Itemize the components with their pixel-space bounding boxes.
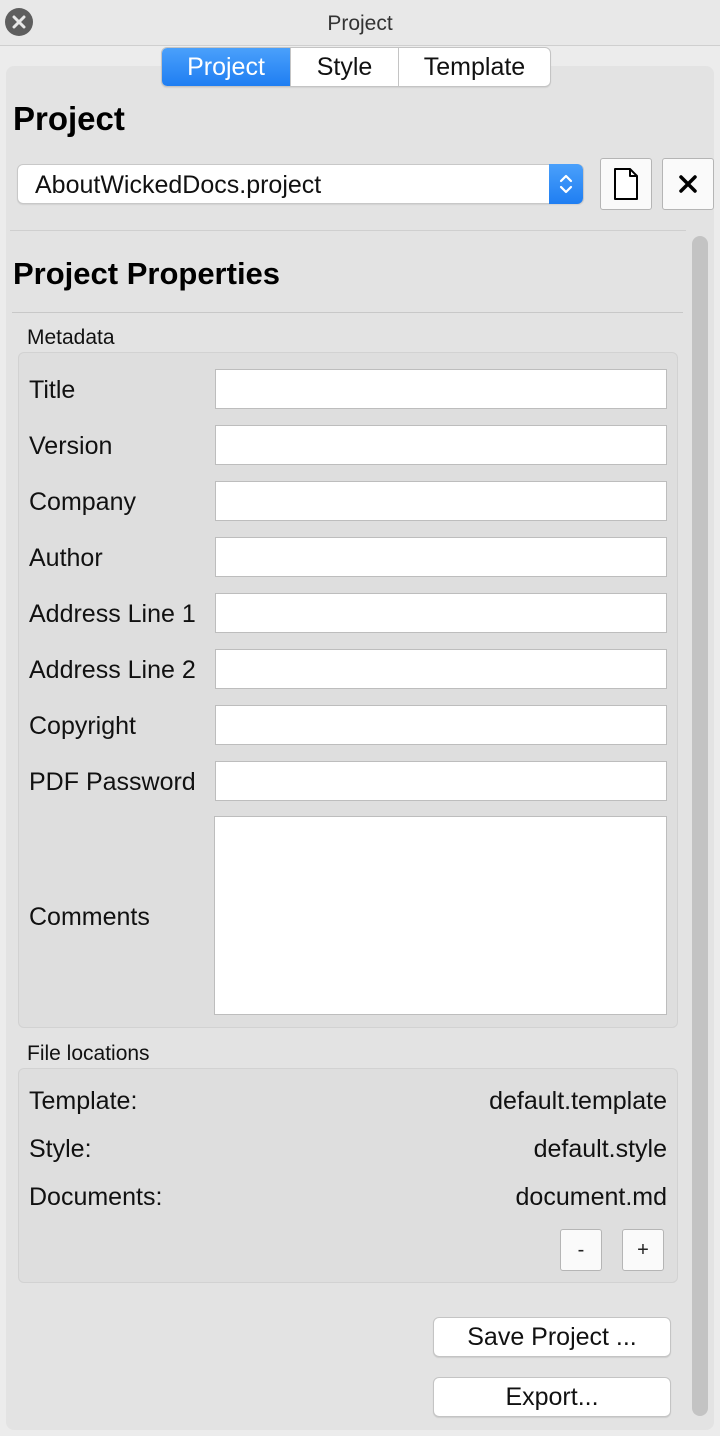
pdf-password-field[interactable]	[215, 761, 667, 801]
address-line-1-field[interactable]	[215, 593, 667, 633]
window-title: Project	[327, 12, 393, 35]
close-icon	[679, 175, 697, 193]
tab-template[interactable]: Template	[399, 48, 550, 86]
scrollbar-thumb[interactable]	[692, 236, 708, 1416]
address-line-2-field[interactable]	[215, 649, 667, 689]
template-location-value: default.template	[489, 1087, 667, 1115]
title-bar: Project	[0, 0, 720, 46]
pdf-password-label: PDF Password	[29, 768, 196, 796]
remove-document-button[interactable]: -	[560, 1229, 602, 1271]
new-project-button[interactable]	[600, 158, 652, 210]
company-label: Company	[29, 488, 136, 516]
comments-textarea[interactable]	[214, 816, 667, 1015]
add-document-button[interactable]: +	[622, 1229, 664, 1271]
divider	[12, 312, 683, 313]
save-project-button[interactable]: Save Project ...	[433, 1317, 671, 1357]
export-button[interactable]: Export...	[433, 1377, 671, 1417]
select-arrows-icon	[549, 164, 583, 204]
author-field[interactable]	[215, 537, 667, 577]
version-field[interactable]	[215, 425, 667, 465]
project-file-select[interactable]: AboutWickedDocs.project	[17, 164, 584, 204]
remove-project-button[interactable]	[662, 158, 714, 210]
comments-label: Comments	[29, 903, 150, 931]
project-file-value: AboutWickedDocs.project	[35, 171, 322, 199]
project-heading: Project	[13, 100, 125, 137]
tab-style[interactable]: Style	[291, 48, 399, 86]
version-label: Version	[29, 432, 113, 460]
scrollbar[interactable]	[688, 232, 712, 1424]
copyright-field[interactable]	[215, 705, 667, 745]
properties-heading: Project Properties	[13, 256, 281, 291]
metadata-label: Metadata	[27, 326, 115, 349]
style-location-value: default.style	[533, 1135, 667, 1163]
tab-bar: Project Style Template	[161, 47, 551, 87]
address-line-2-label: Address Line 2	[29, 656, 196, 684]
new-document-icon	[614, 168, 638, 200]
file-locations-label: File locations	[27, 1042, 150, 1065]
address-line-1-label: Address Line 1	[29, 600, 196, 628]
title-field[interactable]	[215, 369, 667, 409]
tab-project[interactable]: Project	[162, 48, 291, 86]
documents-location-value: document.md	[515, 1183, 667, 1211]
title-label: Title	[29, 376, 76, 404]
company-field[interactable]	[215, 481, 667, 521]
copyright-label: Copyright	[29, 712, 136, 740]
documents-location-label: Documents:	[29, 1183, 163, 1211]
template-location-label: Template:	[29, 1087, 138, 1115]
author-label: Author	[29, 544, 103, 572]
style-location-label: Style:	[29, 1135, 92, 1163]
